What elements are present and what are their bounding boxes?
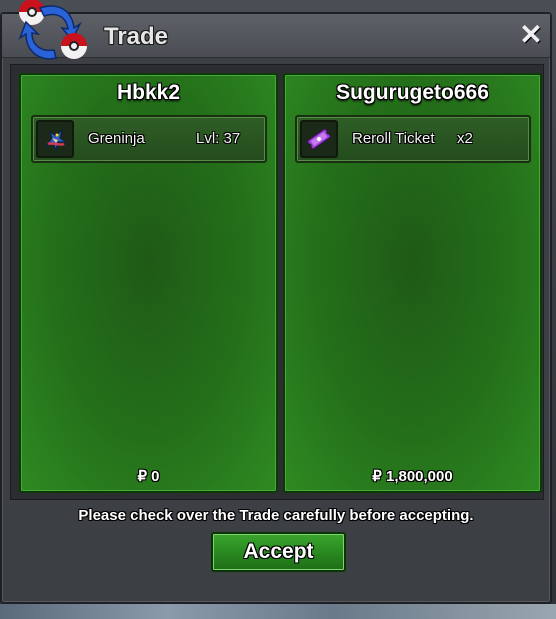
accept-button[interactable]: Accept bbox=[211, 532, 346, 572]
reroll-ticket-icon bbox=[300, 120, 338, 158]
greninja-icon bbox=[36, 120, 74, 158]
left-item-slot[interactable]: Greninja Lvl: 37 bbox=[31, 115, 267, 163]
trade-swap-icon bbox=[18, 0, 87, 60]
left-trade-panel: Hbkk2 Greninja Lvl: 37 ₽ 0 bbox=[19, 73, 278, 493]
right-username: Sugurugeto666 bbox=[336, 81, 489, 104]
right-item-name: Reroll Ticket bbox=[352, 130, 435, 147]
left-username: Hbkk2 bbox=[116, 81, 181, 104]
trade-panels: Hbkk2 Greninja Lvl: 37 ₽ 0 Sugurugeto666 bbox=[10, 64, 544, 500]
window-title: Trade bbox=[104, 23, 169, 50]
right-item-quantity: x2 bbox=[457, 130, 473, 147]
trade-notice: Please check over the Trade carefully be… bbox=[78, 507, 474, 524]
background-strip bbox=[0, 604, 556, 619]
left-item-name: Greninja bbox=[88, 130, 145, 147]
left-money-offer: ₽ 0 bbox=[137, 468, 160, 485]
right-item-slot[interactable]: Reroll Ticket x2 bbox=[295, 115, 531, 163]
left-item-level: Lvl: 37 bbox=[196, 130, 241, 147]
right-money-offer: ₽ 1,800,000 bbox=[372, 468, 453, 485]
trade-window: Trade ✕ Hbkk2 Greninja Lvl: 37 ₽ 0 Sugur… bbox=[0, 0, 552, 604]
right-trade-panel: Sugurugeto666 Reroll Ticket x2 ₽ 1,800,0… bbox=[283, 73, 542, 493]
close-button[interactable]: ✕ bbox=[518, 21, 544, 49]
